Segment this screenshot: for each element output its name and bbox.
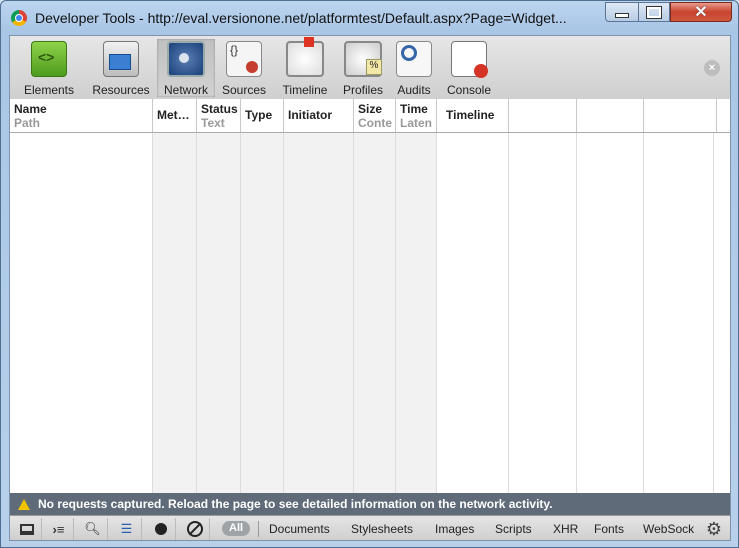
- filter-images[interactable]: Images: [435, 522, 474, 536]
- tab-elements[interactable]: Elements: [13, 39, 85, 97]
- window-title: Developer Tools - http://eval.versionone…: [35, 10, 567, 26]
- timeline-icon: [286, 37, 324, 77]
- record-button[interactable]: [146, 518, 176, 540]
- filter-scripts[interactable]: Scripts: [495, 522, 532, 536]
- panel-toolbar: Elements Resources Network Sources Timel…: [10, 36, 730, 100]
- timeline-gridline: [644, 132, 714, 493]
- column-body: [354, 132, 396, 493]
- tab-profiles[interactable]: Profiles: [338, 39, 388, 97]
- close-devtools-icon[interactable]: ×: [704, 60, 720, 76]
- tab-audits[interactable]: Audits: [392, 39, 436, 97]
- column-header-method[interactable]: Met…: [153, 99, 197, 132]
- status-message: No requests captured. Reload the page to…: [38, 497, 553, 511]
- column-header-timeline[interactable]: Timeline: [437, 99, 509, 132]
- minimize-icon: [615, 12, 629, 18]
- close-window-button[interactable]: ✕: [670, 2, 732, 22]
- column-body: [153, 132, 197, 493]
- timeline-gridline: [577, 132, 644, 493]
- search-button[interactable]: 🔍︎: [78, 518, 108, 540]
- settings-gear-icon[interactable]: ⚙: [704, 519, 724, 539]
- column-header-initiator[interactable]: Initiator: [284, 99, 354, 132]
- title-bar[interactable]: Developer Tools - http://eval.versionone…: [1, 1, 738, 35]
- column-subtitle: Laten: [400, 116, 433, 130]
- filter-xhr[interactable]: XHR: [553, 522, 578, 536]
- column-subtitle: Conte: [358, 116, 392, 130]
- clear-icon: [186, 521, 203, 537]
- timeline-gridline: [509, 132, 577, 493]
- maximize-button[interactable]: [638, 2, 670, 22]
- network-status-bar: No requests captured. Reload the page to…: [10, 493, 730, 515]
- filter-websockets[interactable]: WebSock: [643, 522, 699, 536]
- column-title: Type: [245, 108, 273, 122]
- warning-icon: [18, 498, 30, 510]
- chrome-icon: [11, 10, 27, 26]
- column-subtitle: Text: [201, 116, 225, 130]
- devtools-window: Developer Tools - http://eval.versionone…: [0, 0, 739, 548]
- tab-label: Audits: [397, 83, 431, 97]
- bottom-toolbar: ›≡ 🔍︎ ☰ All Documents Stylesheets Images…: [10, 515, 730, 540]
- devtools-panel: Elements Resources Network Sources Timel…: [9, 35, 731, 541]
- column-header-type[interactable]: Type: [241, 99, 284, 132]
- timeline-header-cell: [644, 99, 717, 132]
- column-body: [241, 132, 284, 493]
- record-icon: [154, 523, 167, 535]
- tab-label: Network: [163, 83, 208, 97]
- minimize-button[interactable]: [605, 2, 639, 22]
- filter-divider: [258, 521, 259, 537]
- dock-button[interactable]: [12, 518, 42, 540]
- network-icon: [167, 41, 205, 77]
- tab-label: Resources: [92, 83, 150, 97]
- elements-icon: [31, 41, 67, 77]
- tab-label: Sources: [221, 83, 267, 97]
- profiles-icon: [344, 41, 382, 77]
- column-title: Size: [358, 102, 383, 116]
- column-body: [197, 132, 241, 493]
- tab-timeline[interactable]: Timeline: [275, 37, 335, 97]
- column-header-size[interactable]: Size Conte: [354, 99, 396, 132]
- column-title: Status: [201, 102, 238, 116]
- list-view-icon: ☰: [120, 521, 133, 536]
- column-title: Name: [14, 102, 47, 116]
- tab-label: Timeline: [282, 83, 328, 97]
- tab-label: Console: [446, 83, 492, 97]
- column-title: Met…: [157, 108, 190, 122]
- column-header-name[interactable]: Name Path: [10, 99, 153, 132]
- maximize-icon: [646, 5, 662, 19]
- resources-icon: [103, 41, 139, 77]
- tab-network[interactable]: Network: [157, 39, 215, 97]
- audits-icon: [396, 41, 432, 77]
- console-icon: [451, 41, 488, 78]
- large-rows-button[interactable]: ☰: [112, 518, 142, 540]
- column-title: Time: [400, 102, 428, 116]
- network-table: Name Path Met… Status Text Type Initiato…: [10, 99, 730, 493]
- sources-icon: [226, 41, 262, 77]
- column-title: Timeline: [446, 108, 495, 122]
- filter-stylesheets[interactable]: Stylesheets: [351, 522, 413, 536]
- close-icon: ✕: [694, 4, 708, 21]
- column-header-time[interactable]: Time Laten: [396, 99, 437, 132]
- tab-resources[interactable]: Resources: [85, 39, 157, 97]
- filter-all[interactable]: All: [222, 521, 251, 536]
- column-body: [437, 132, 509, 493]
- timeline-header-cell: [577, 99, 644, 132]
- search-icon: 🔍︎: [84, 521, 101, 536]
- column-body: [284, 132, 354, 493]
- filter-fonts[interactable]: Fonts: [594, 522, 624, 536]
- dock-icon: [19, 523, 34, 535]
- filter-documents[interactable]: Documents: [269, 522, 330, 536]
- tab-sources[interactable]: Sources: [216, 39, 272, 97]
- tab-label: Profiles: [342, 83, 383, 97]
- console-toggle-button[interactable]: ›≡: [44, 518, 74, 540]
- column-subtitle: Path: [14, 116, 41, 130]
- tab-console[interactable]: Console: [442, 39, 496, 97]
- clear-button[interactable]: [180, 518, 210, 540]
- timeline-header-cell: [509, 99, 577, 132]
- column-header-status[interactable]: Status Text: [197, 99, 241, 132]
- tab-label: Elements: [23, 83, 75, 97]
- column-body: [10, 132, 153, 493]
- console-prompt-icon: ›≡: [52, 521, 65, 537]
- table-header: Name Path Met… Status Text Type Initiato…: [10, 99, 730, 133]
- column-title: Initiator: [288, 108, 332, 122]
- column-body: [396, 132, 437, 493]
